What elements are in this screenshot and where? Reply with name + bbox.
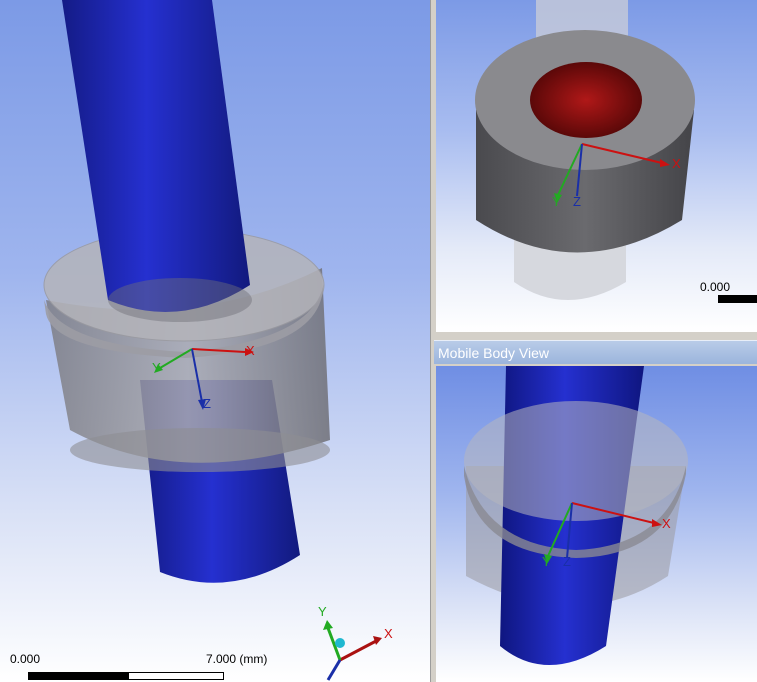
mobile-axis-x-label: X xyxy=(662,516,671,531)
orientation-triad[interactable]: X Y xyxy=(318,604,393,681)
reference-body-viewport[interactable]: X Y Z 0.000 xyxy=(436,0,757,332)
ref-scale-bar xyxy=(718,295,757,303)
mobile-model-graphic: X Y Z xyxy=(464,366,688,665)
ring-bottom-edge xyxy=(70,428,330,472)
ref-axis-x-label: X xyxy=(672,156,681,171)
main-scale-bar-white xyxy=(128,672,224,680)
main-scale-bar-black xyxy=(28,672,128,680)
mobile-body-view-title: Mobile Body View xyxy=(434,340,757,364)
main-axis-x-label: X xyxy=(246,343,255,358)
main-scale-end: 7.000 (mm) xyxy=(206,652,268,666)
main-model-graphic: X Y Z X Y xyxy=(43,0,393,681)
main-axis-z-label: Z xyxy=(203,396,211,411)
ref-scale-start: 0.000 xyxy=(700,280,731,294)
mobile-body-viewport[interactable]: X Y Z xyxy=(436,366,757,682)
triad-y-label: Y xyxy=(318,604,327,619)
ref-axis-z-label: Z xyxy=(573,194,581,209)
mobile-axis-z-label: Z xyxy=(563,554,571,569)
ref-bore xyxy=(530,62,642,138)
mobile-axis-y-label: Y xyxy=(542,554,551,569)
horizontal-splitter[interactable] xyxy=(436,332,757,340)
ref-axis-y-label: Y xyxy=(552,194,561,209)
main-axis-y-label: Y xyxy=(152,360,161,375)
main-3d-viewport[interactable]: X Y Z X Y 0.000 7.000 (mm) xyxy=(0,0,430,682)
triad-x-label: X xyxy=(384,626,393,641)
main-scale-start: 0.000 xyxy=(10,652,41,666)
shaft-ring-intersection xyxy=(108,278,252,322)
